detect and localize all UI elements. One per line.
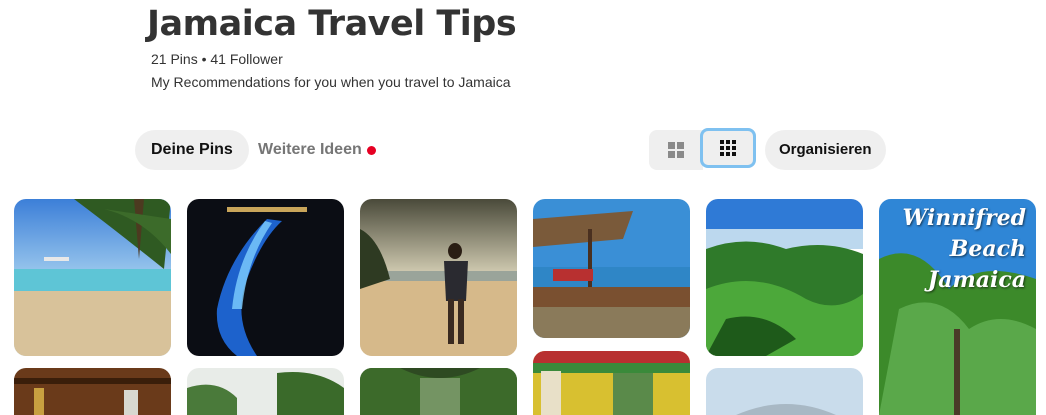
pin-jungle-path[interactable] (360, 368, 517, 415)
board-title: Jamaica Travel Tips (147, 4, 517, 44)
pin-beach-walker[interactable] (360, 199, 517, 356)
tab-your-pins[interactable]: Deine Pins (135, 130, 249, 170)
pin-luminous-lagoon[interactable] (187, 199, 344, 356)
tab-more-ideas[interactable]: Weitere Ideen (242, 130, 378, 170)
pin-image (533, 199, 690, 338)
pin-image (14, 199, 171, 356)
pin-image (187, 368, 344, 415)
grid-3x3-icon (720, 140, 736, 156)
pin-blue-mountains[interactable] (706, 199, 863, 356)
pin-image (879, 199, 1036, 415)
pin-winnifred-beach[interactable]: Winnifred Beach Jamaica (879, 199, 1036, 415)
pin-image (360, 199, 517, 356)
pin-image (360, 368, 517, 415)
pin-image (533, 351, 690, 415)
view-default-button[interactable] (649, 130, 703, 170)
pin-image (706, 368, 863, 415)
pin-image (187, 199, 344, 356)
notification-dot (367, 146, 376, 155)
pin-colorful-shack[interactable] (533, 351, 690, 415)
grid-2x2-icon (668, 142, 684, 158)
pin-overlay-text: Jamaica (927, 267, 1026, 293)
pin-beach-palm[interactable] (14, 199, 171, 356)
pin-image (14, 368, 171, 415)
pin-image (706, 199, 863, 356)
view-compact-button[interactable] (700, 128, 756, 168)
pin-hazy-view[interactable] (706, 368, 863, 415)
pin-cabana-deck[interactable] (533, 199, 690, 338)
organize-button[interactable]: Organisieren (765, 130, 886, 170)
pin-garden-trees[interactable] (187, 368, 344, 415)
pin-bar-interior[interactable] (14, 368, 171, 415)
pin-overlay-text: Winnifred (902, 205, 1026, 231)
board-description: My Recommendations for you when you trav… (151, 74, 511, 90)
board-stats: 21 Pins • 41 Follower (151, 51, 283, 67)
pin-overlay-text: Beach (949, 236, 1026, 262)
